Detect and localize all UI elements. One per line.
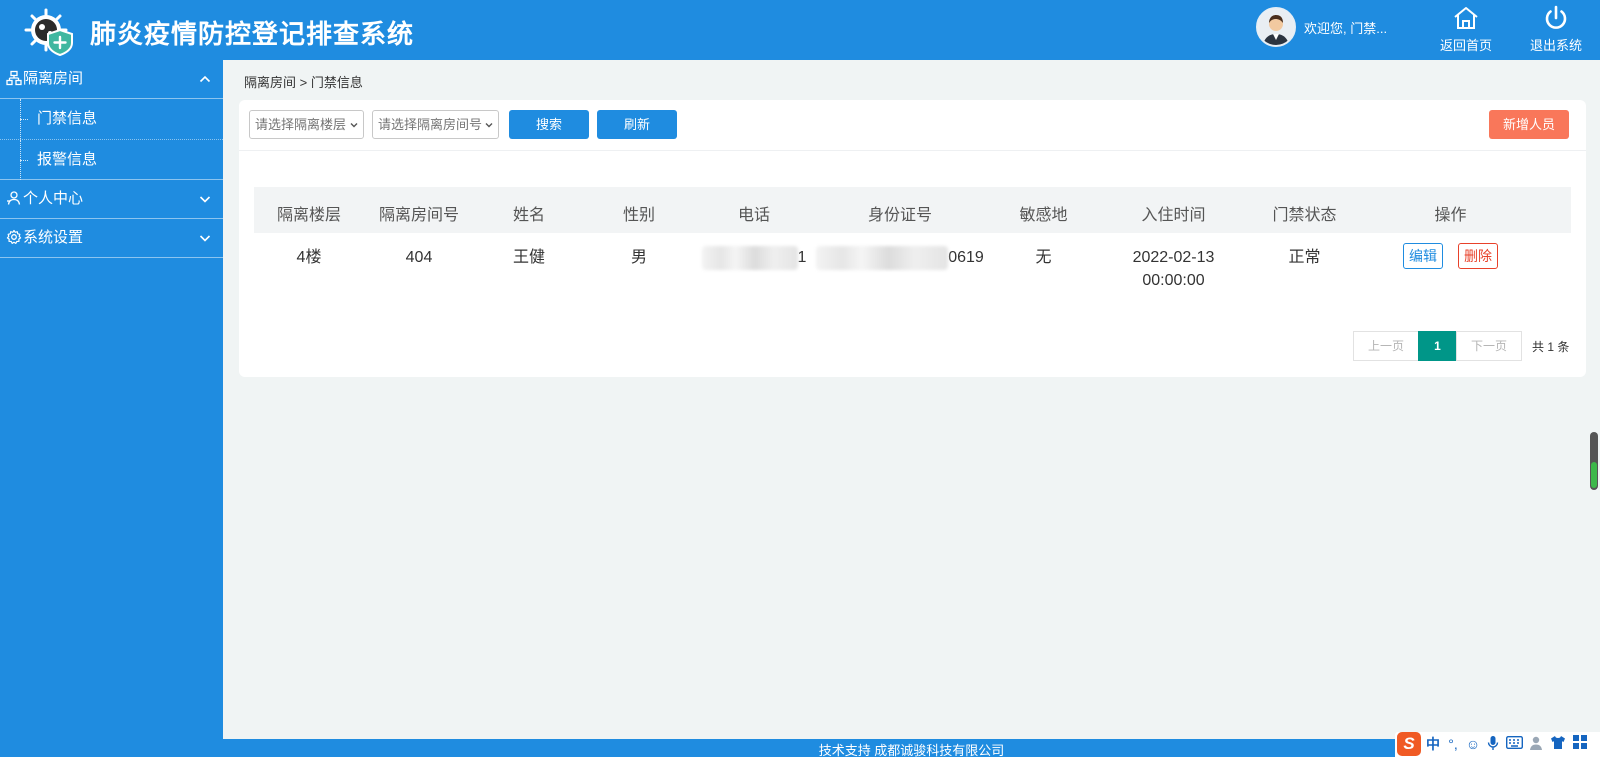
sitemap-icon <box>6 70 22 86</box>
cell-phone-visible: 1 <box>797 249 807 267</box>
ime-logo-icon[interactable]: S <box>1397 732 1421 756</box>
column-header-floor: 隔离楼层 <box>276 207 341 224</box>
page-1-button[interactable]: 1 <box>1418 331 1457 361</box>
virus-shield-logo-icon <box>24 8 76 57</box>
prev-page-button[interactable]: 上一页 <box>1353 331 1419 361</box>
chevron-down-icon <box>199 235 211 242</box>
table-row: 4楼 404 王健 男 1 0619 无 2022-02-13 00:00:00… <box>254 233 1571 303</box>
column-header-id-number: 身份证号 <box>867 207 932 224</box>
app-title: 肺炎疫情防控登记排查系统 <box>90 19 415 49</box>
menu-head-label: 系统设置 <box>23 229 84 246</box>
ime-mode-indicator[interactable]: 中 <box>1425 735 1441 753</box>
floor-select[interactable]: 请选择隔离楼层 <box>249 110 364 139</box>
home-icon <box>1454 7 1478 29</box>
ime-toolbar: S 中 °, ☺ <box>1395 732 1600 757</box>
add-person-button[interactable]: 新增人员 <box>1489 110 1569 139</box>
room-select-placeholder: 请选择隔离房间号 <box>378 117 483 132</box>
menu-group-system-settings: 系统设置 <box>0 219 223 258</box>
home-button[interactable]: 返回首页 <box>1431 4 1501 54</box>
column-header-name: 姓名 <box>512 207 545 224</box>
column-header-actions: 操作 <box>1434 207 1467 224</box>
menu-group-personal-center: 个人中心 <box>0 180 223 219</box>
cell-gender: 男 <box>630 249 647 266</box>
scroll-indicator[interactable] <box>1590 432 1598 490</box>
main-panel: 请选择隔离楼层 请选择隔离房间号 搜索 刷新 新增人员 隔离楼层 隔离房间号 姓… <box>239 100 1586 377</box>
user-card-icon <box>7 191 21 205</box>
sidebar-item-label: 门禁信息 <box>37 110 98 127</box>
chevron-down-icon <box>485 123 493 128</box>
table-header: 隔离楼层 隔离房间号 姓名 性别 电话 身份证号 敏感地 入住时间 门禁状态 操… <box>254 187 1571 233</box>
menu-head-personal-center[interactable]: 个人中心 <box>0 180 223 218</box>
filter-toolbar: 请选择隔离楼层 请选择隔离房间号 搜索 刷新 新增人员 <box>239 100 1586 151</box>
cell-actions: 编辑 删除 <box>1363 243 1538 269</box>
cell-id-number: 0619 <box>814 246 986 270</box>
cell-room: 404 <box>405 249 433 266</box>
grid-menu-icon[interactable] <box>1571 735 1589 753</box>
menu-head-system-settings[interactable]: 系统设置 <box>0 219 223 257</box>
redacted-id-number <box>816 246 949 270</box>
cell-checkin-time: 2022-02-13 00:00:00 <box>1101 246 1246 292</box>
sidebar: 隔离房间 门禁信息 报警信息 个人中心 系统设置 <box>0 60 223 757</box>
chevron-up-icon <box>199 75 211 83</box>
microphone-icon[interactable] <box>1485 735 1501 753</box>
cell-id-visible: 0619 <box>948 249 984 267</box>
sidebar-item-label: 报警信息 <box>37 151 98 168</box>
room-select[interactable]: 请选择隔离房间号 <box>372 110 499 139</box>
menu-head-label: 隔离房间 <box>23 70 84 87</box>
user-avatar[interactable] <box>1256 7 1296 47</box>
cell-status: 正常 <box>1288 249 1321 266</box>
cell-floor: 4楼 <box>296 249 322 266</box>
next-page-button[interactable]: 下一页 <box>1456 331 1522 361</box>
cell-checkin-clock: 00:00:00 <box>1142 272 1205 289</box>
cell-phone: 1 <box>694 246 814 270</box>
menu-head-label: 个人中心 <box>23 190 84 207</box>
breadcrumb: 隔离房间 > 门禁信息 <box>244 75 363 90</box>
floor-select-placeholder: 请选择隔离楼层 <box>255 117 347 132</box>
skin-shirt-icon[interactable] <box>1549 735 1567 753</box>
column-header-status: 门禁状态 <box>1272 207 1337 224</box>
sidebar-item-access-info[interactable]: 门禁信息 <box>0 99 223 139</box>
user-icon[interactable] <box>1527 735 1545 753</box>
exit-button[interactable]: 退出系统 <box>1521 4 1591 54</box>
keyboard-icon[interactable] <box>1505 735 1523 753</box>
tree-connector <box>20 99 30 139</box>
redacted-phone <box>701 246 798 270</box>
welcome-text: 欢迎您, 门禁... <box>1304 21 1388 36</box>
search-button[interactable]: 搜索 <box>509 110 589 139</box>
footer: 技术支持 成都诚骏科技有限公司 <box>223 739 1600 757</box>
home-label: 返回首页 <box>1439 38 1492 53</box>
submenu-isolation-room: 门禁信息 报警信息 <box>0 98 223 180</box>
cell-checkin-date: 2022-02-13 <box>1132 249 1215 266</box>
gear-icon <box>6 229 22 244</box>
power-icon <box>1545 5 1567 29</box>
punctuation-icon[interactable]: °, <box>1445 735 1461 753</box>
column-header-sensitive: 敏感地 <box>1019 207 1068 224</box>
column-header-checkin-time: 入住时间 <box>1141 207 1206 224</box>
total-count: 共 1 条 <box>1532 340 1570 354</box>
top-header: 肺炎疫情防控登记排查系统 欢迎您, 门禁... 返回首页 退出系统 <box>0 0 1600 60</box>
menu-group-isolation-room: 隔离房间 门禁信息 报警信息 <box>0 60 223 180</box>
delete-button[interactable]: 删除 <box>1458 243 1498 269</box>
chevron-down-icon <box>199 196 211 203</box>
tree-connector <box>20 140 30 180</box>
footer-text: 技术支持 成都诚骏科技有限公司 <box>818 743 1005 757</box>
exit-label: 退出系统 <box>1529 38 1582 53</box>
cell-name: 王健 <box>512 249 545 266</box>
menu-head-isolation-room[interactable]: 隔离房间 <box>0 60 223 98</box>
emoji-icon[interactable]: ☺ <box>1465 735 1481 753</box>
chevron-down-icon <box>350 123 358 128</box>
edit-button[interactable]: 编辑 <box>1403 243 1443 269</box>
refresh-button[interactable]: 刷新 <box>597 110 677 139</box>
column-header-phone: 电话 <box>737 207 770 224</box>
column-header-gender: 性别 <box>622 207 655 224</box>
sidebar-item-alarm-info[interactable]: 报警信息 <box>0 139 223 180</box>
cell-sensitive: 无 <box>1035 249 1052 266</box>
column-header-room: 隔离房间号 <box>378 207 459 224</box>
